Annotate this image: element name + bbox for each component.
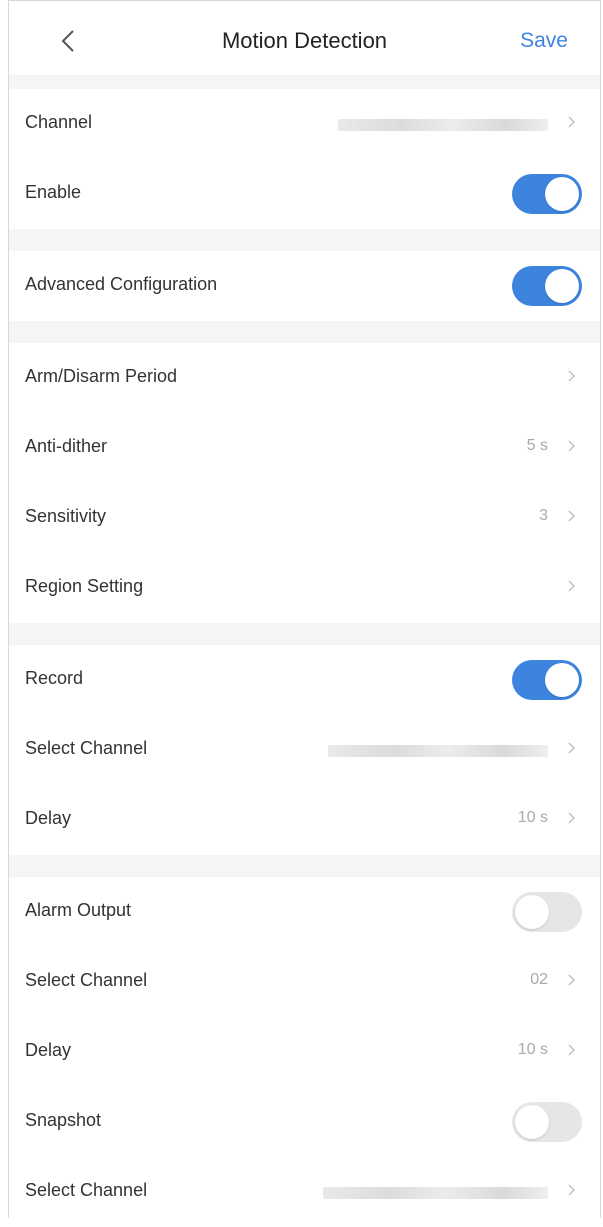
navigation-bar: Motion Detection Save [9, 1, 600, 75]
anti-dither-row[interactable]: Anti-dither 5 s [9, 413, 600, 483]
chevron-right-icon [568, 1184, 576, 1196]
alarm-channel-value: 02 [530, 971, 548, 988]
save-button[interactable]: Save [520, 29, 568, 53]
anti-dither-label: Anti-dither [25, 436, 108, 456]
anti-dither-value: 5 s [526, 437, 548, 454]
record-select-channel-label: Select Channel [25, 738, 148, 758]
section-gap [9, 623, 600, 645]
page-title: Motion Detection [221, 28, 388, 53]
alarm-select-channel-row[interactable]: Select Channel 02 [9, 947, 600, 1017]
record-toggle[interactable] [512, 660, 582, 700]
toggle-knob [545, 269, 579, 303]
snapshot-label: Snapshot [25, 1110, 102, 1130]
region-setting-label: Region Setting [25, 576, 144, 596]
section-gap [9, 75, 600, 89]
enable-toggle[interactable] [512, 174, 582, 214]
record-select-channel-row[interactable]: Select Channel [9, 715, 600, 785]
section-gap [9, 855, 600, 877]
alarm-output-row: Alarm Output [9, 877, 600, 947]
settings-screen: Motion Detection Save Channel Enable Adv… [8, 0, 601, 1227]
alarm-select-channel-label: Select Channel [25, 970, 148, 990]
record-delay-value: 10 s [517, 809, 548, 826]
chevron-right-icon [568, 812, 576, 824]
sensitivity-value: 3 [539, 507, 548, 524]
snapshot-toggle[interactable] [512, 1102, 582, 1142]
chevron-right-icon [568, 510, 576, 522]
chevron-right-icon [568, 370, 576, 382]
alarm-delay-value: 10 s [517, 1041, 548, 1058]
record-row: Record [9, 645, 600, 715]
chevron-right-icon [568, 440, 576, 452]
chevron-right-icon [568, 116, 576, 128]
advanced-configuration-toggle[interactable] [512, 266, 582, 306]
record-channel-value-redacted [328, 745, 548, 757]
section-gap [9, 229, 600, 251]
channel-value-redacted [338, 119, 548, 131]
alarm-delay-label: Delay [25, 1040, 72, 1060]
record-delay-label: Delay [25, 808, 72, 828]
channel-label: Channel [25, 112, 93, 132]
toggle-knob [545, 177, 579, 211]
enable-label: Enable [25, 182, 82, 202]
alarm-output-label: Alarm Output [25, 900, 132, 920]
region-setting-row[interactable]: Region Setting [9, 553, 600, 623]
chevron-right-icon [568, 742, 576, 754]
arm-disarm-period-row[interactable]: Arm/Disarm Period [9, 343, 600, 413]
sensitivity-label: Sensitivity [25, 506, 107, 526]
toggle-knob [515, 1105, 549, 1139]
snapshot-select-channel-label: Select Channel [25, 1180, 148, 1200]
record-label: Record [25, 668, 84, 688]
toggle-knob [545, 663, 579, 697]
sensitivity-row[interactable]: Sensitivity 3 [9, 483, 600, 553]
section-gap [9, 321, 600, 343]
advanced-configuration-row: Advanced Configuration [9, 251, 600, 321]
record-delay-row[interactable]: Delay 10 s [9, 785, 600, 855]
chevron-right-icon [568, 580, 576, 592]
snapshot-channel-value-redacted [323, 1187, 548, 1199]
chevron-right-icon [568, 1044, 576, 1056]
toggle-knob [515, 895, 549, 929]
arm-disarm-period-label: Arm/Disarm Period [25, 366, 178, 386]
alarm-output-toggle[interactable] [512, 892, 582, 932]
chevron-right-icon [568, 974, 576, 986]
channel-row[interactable]: Channel [9, 89, 600, 159]
snapshot-select-channel-row[interactable]: Select Channel [9, 1157, 600, 1227]
advanced-configuration-label: Advanced Configuration [25, 274, 218, 294]
snapshot-row: Snapshot [9, 1087, 600, 1157]
enable-row: Enable [9, 159, 600, 229]
alarm-delay-row[interactable]: Delay 10 s [9, 1017, 600, 1087]
